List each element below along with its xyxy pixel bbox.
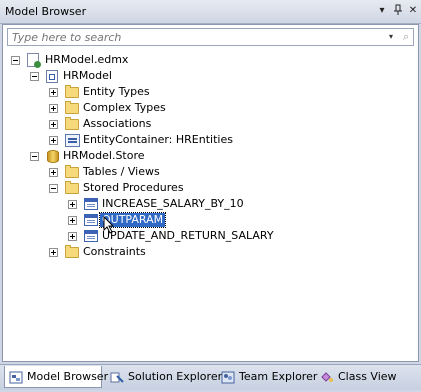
tab-label: Team Explorer (239, 370, 318, 383)
tree-label[interactable]: HRModel (61, 69, 114, 83)
close-icon[interactable]: ✕ (406, 4, 420, 18)
tree-label[interactable]: HRModel.Store (61, 149, 147, 163)
title-bar: Model Browser ▾ ✕ (0, 0, 421, 24)
tree-label[interactable]: Tables / Views (81, 165, 162, 179)
folder-icon (65, 181, 79, 194)
tree-label[interactable]: Stored Procedures (81, 181, 186, 195)
tab-label: Solution Explorer (128, 370, 223, 383)
stored-procedure-icon (84, 198, 98, 210)
collapse-toggle[interactable] (11, 56, 20, 65)
folder-icon (65, 245, 79, 258)
tree-label[interactable]: Associations (81, 117, 153, 131)
window-title: Model Browser (5, 5, 87, 18)
team-explorer-icon (221, 370, 235, 384)
mouse-pointer-icon (103, 216, 115, 234)
search-icon[interactable]: ⌕ (400, 30, 412, 44)
tree-label[interactable]: Entity Types (81, 85, 152, 99)
tab-team-explorer[interactable]: Team Explorer (217, 366, 317, 388)
tab-label: Model Browser (27, 370, 109, 383)
expand-toggle[interactable] (49, 120, 58, 129)
stored-procedure-icon (84, 230, 98, 242)
tab-solution-explorer[interactable]: Solution Explorer (106, 366, 222, 388)
expand-toggle[interactable] (49, 136, 58, 145)
class-view-icon (320, 370, 334, 383)
model-browser-icon (9, 370, 23, 384)
stored-procedure-icon (84, 214, 98, 226)
auto-hide-pin-icon[interactable] (391, 4, 405, 18)
tab-model-browser[interactable]: Model Browser (4, 366, 108, 388)
tree-label[interactable]: Constraints (81, 245, 148, 259)
tree-label[interactable]: Complex Types (81, 101, 168, 115)
tab-label: Class View (338, 370, 397, 383)
expand-toggle[interactable] (49, 168, 58, 177)
collapse-toggle[interactable] (30, 152, 39, 161)
expand-toggle[interactable] (49, 104, 58, 113)
collapse-toggle[interactable] (30, 72, 39, 81)
folder-icon (65, 85, 79, 98)
folder-icon (65, 101, 79, 114)
folder-icon (65, 165, 79, 178)
expand-toggle[interactable] (49, 248, 58, 257)
tree-label[interactable]: EntityContainer: HREntities (81, 133, 235, 147)
expand-toggle[interactable] (49, 88, 58, 97)
tree-label[interactable]: INCREASE_SALARY_BY_10 (100, 197, 246, 211)
search-box[interactable]: ▾ ⌕ (7, 28, 414, 46)
edmx-file-icon (27, 53, 41, 68)
tree-label[interactable]: UPDATE_AND_RETURN_SALARY (100, 229, 276, 243)
expand-toggle[interactable] (68, 200, 77, 209)
model-browser-panel: ▾ ⌕ HRModel.edmx HRModel Entity Types Co… (2, 24, 419, 362)
database-icon (47, 150, 59, 163)
folder-icon (65, 117, 79, 130)
tab-class-view[interactable]: Class View (316, 366, 397, 388)
collapse-toggle[interactable] (49, 184, 58, 193)
window-position-dropdown-icon[interactable]: ▾ (375, 4, 389, 18)
solution-explorer-icon (110, 370, 124, 383)
expand-toggle[interactable] (68, 232, 77, 241)
expand-toggle[interactable] (68, 216, 77, 225)
search-dropdown-icon[interactable]: ▾ (386, 31, 396, 43)
entity-container-icon (65, 134, 80, 147)
tool-window-tabs: Model Browser Solution Explorer Team Exp… (0, 364, 421, 390)
tree-label[interactable]: HRModel.edmx (43, 53, 130, 67)
conceptual-model-icon (46, 70, 58, 83)
search-input[interactable] (10, 30, 384, 44)
